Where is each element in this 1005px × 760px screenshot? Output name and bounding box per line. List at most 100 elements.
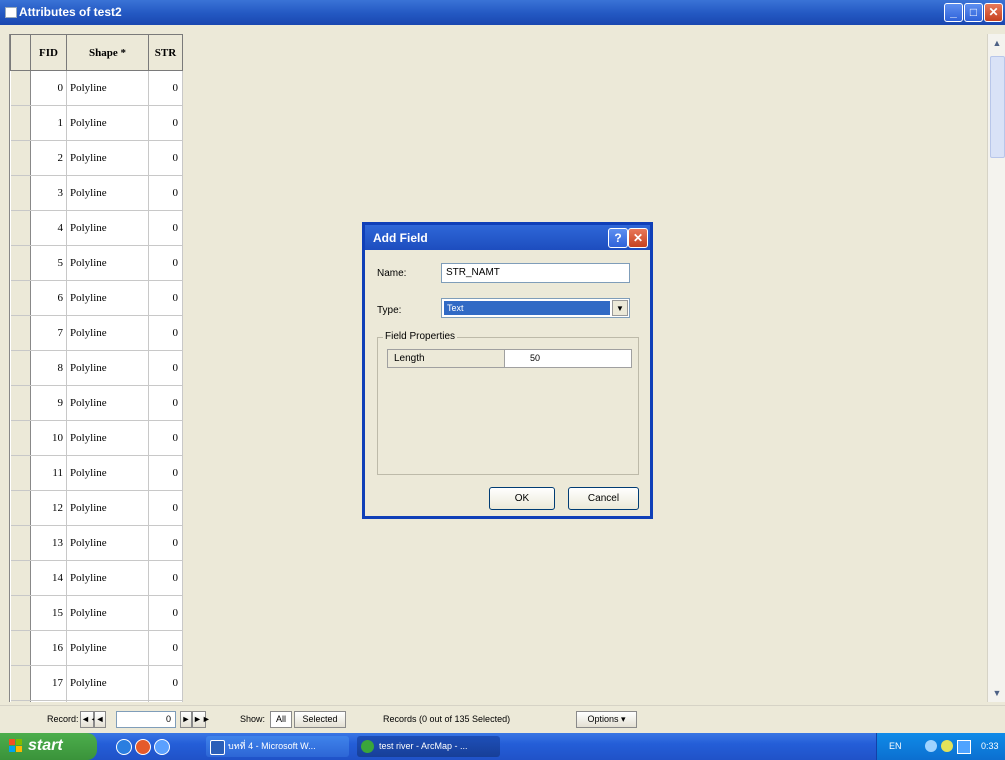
property-row-length[interactable]: Length 50 bbox=[387, 349, 632, 368]
cell-shape[interactable]: Polyline bbox=[66, 665, 149, 701]
network-icon[interactable] bbox=[925, 740, 937, 752]
row-selector[interactable] bbox=[10, 175, 31, 211]
table-row[interactable]: 11 Polyline 0 bbox=[10, 455, 183, 491]
dialog-titlebar[interactable]: Add Field ? ✕ bbox=[365, 225, 650, 250]
table-row[interactable]: 16 Polyline 0 bbox=[10, 630, 183, 666]
column-header-fid[interactable]: FID bbox=[30, 34, 67, 71]
table-row[interactable]: 3 Polyline 0 bbox=[10, 175, 183, 211]
cell-str[interactable]: 0 bbox=[148, 245, 183, 281]
column-header-str[interactable]: STR bbox=[148, 34, 183, 71]
cell-shape[interactable]: Polyline bbox=[66, 140, 149, 176]
cell-shape[interactable]: Polyline bbox=[66, 315, 149, 351]
cell-fid[interactable]: 17 bbox=[30, 665, 67, 701]
cell-shape[interactable]: Polyline bbox=[66, 455, 149, 491]
row-selector[interactable] bbox=[10, 315, 31, 351]
row-selector[interactable] bbox=[10, 280, 31, 316]
scroll-down-icon[interactable]: ▼ bbox=[990, 686, 1004, 700]
vertical-scrollbar[interactable]: ▲ ▼ bbox=[987, 34, 1005, 702]
first-record-button[interactable]: ◄◄ bbox=[80, 711, 99, 728]
cell-fid[interactable]: 2 bbox=[30, 140, 67, 176]
chevron-down-icon[interactable]: ▼ bbox=[612, 300, 628, 316]
cell-str[interactable]: 0 bbox=[148, 70, 183, 106]
cell-fid[interactable]: 15 bbox=[30, 595, 67, 631]
cell-shape[interactable]: Polyline bbox=[66, 420, 149, 456]
cell-shape[interactable]: Polyline bbox=[66, 630, 149, 666]
cell-str[interactable]: 0 bbox=[148, 105, 183, 141]
table-row[interactable]: 2 Polyline 0 bbox=[10, 140, 183, 176]
next-record-button[interactable]: ► bbox=[180, 711, 192, 728]
scroll-up-icon[interactable]: ▲ bbox=[990, 36, 1004, 50]
cell-fid[interactable]: 16 bbox=[30, 630, 67, 666]
cell-fid[interactable]: 0 bbox=[30, 70, 67, 106]
row-selector[interactable] bbox=[10, 455, 31, 491]
table-row[interactable]: 9 Polyline 0 bbox=[10, 385, 183, 421]
cell-fid[interactable]: 5 bbox=[30, 245, 67, 281]
row-selector-header[interactable] bbox=[10, 34, 31, 71]
row-selector[interactable] bbox=[10, 420, 31, 456]
row-selector[interactable] bbox=[10, 210, 31, 246]
taskbar-item-word[interactable]: บทที่ 4 - Microsoft W... bbox=[206, 736, 349, 757]
cell-str[interactable]: 0 bbox=[148, 630, 183, 666]
cell-shape[interactable]: Polyline bbox=[66, 490, 149, 526]
table-row[interactable]: 4 Polyline 0 bbox=[10, 210, 183, 246]
row-selector[interactable] bbox=[10, 665, 31, 701]
cell-fid[interactable]: 3 bbox=[30, 175, 67, 211]
cell-shape[interactable]: Polyline bbox=[66, 105, 149, 141]
cell-fid[interactable]: 9 bbox=[30, 385, 67, 421]
row-selector[interactable] bbox=[10, 630, 31, 666]
cell-str[interactable]: 0 bbox=[148, 175, 183, 211]
cell-fid[interactable]: 1 bbox=[30, 105, 67, 141]
cell-str[interactable]: 0 bbox=[148, 490, 183, 526]
table-row[interactable]: 10 Polyline 0 bbox=[10, 420, 183, 456]
cell-shape[interactable]: Polyline bbox=[66, 560, 149, 596]
table-row[interactable]: 13 Polyline 0 bbox=[10, 525, 183, 561]
cell-str[interactable]: 0 bbox=[148, 350, 183, 386]
table-row[interactable]: 0 Polyline 0 bbox=[10, 70, 183, 106]
row-selector[interactable] bbox=[10, 385, 31, 421]
show-selected-button[interactable]: Selected bbox=[294, 711, 346, 728]
start-button[interactable]: start bbox=[0, 733, 97, 760]
type-select[interactable]: Text ▼ bbox=[441, 298, 630, 318]
cell-str[interactable]: 0 bbox=[148, 560, 183, 596]
cell-fid[interactable]: 6 bbox=[30, 280, 67, 316]
cell-fid[interactable]: 8 bbox=[30, 350, 67, 386]
cell-shape[interactable]: Polyline bbox=[66, 70, 149, 106]
table-row[interactable]: 15 Polyline 0 bbox=[10, 595, 183, 631]
language-indicator[interactable]: EN bbox=[889, 741, 902, 751]
previous-record-button[interactable]: ◄ bbox=[94, 711, 106, 728]
cell-str[interactable]: 0 bbox=[148, 385, 183, 421]
cell-str[interactable]: 0 bbox=[148, 525, 183, 561]
security-icon[interactable] bbox=[957, 740, 971, 754]
volume-icon[interactable] bbox=[941, 740, 953, 752]
cell-str[interactable]: 0 bbox=[148, 210, 183, 246]
quicklaunch-ie-icon[interactable] bbox=[154, 739, 170, 755]
row-selector[interactable] bbox=[10, 245, 31, 281]
table-row[interactable]: 14 Polyline 0 bbox=[10, 560, 183, 596]
close-button[interactable]: ✕ bbox=[984, 3, 1003, 22]
options-button[interactable]: Options ▾ bbox=[576, 711, 637, 728]
row-selector[interactable] bbox=[10, 560, 31, 596]
cell-fid[interactable]: 10 bbox=[30, 420, 67, 456]
table-row[interactable]: 5 Polyline 0 bbox=[10, 245, 183, 281]
row-selector[interactable] bbox=[10, 105, 31, 141]
window-titlebar[interactable]: Attributes of test2 _ □ ✕ bbox=[0, 0, 1005, 25]
table-row[interactable]: 7 Polyline 0 bbox=[10, 315, 183, 351]
cell-str[interactable]: 0 bbox=[148, 665, 183, 701]
row-selector[interactable] bbox=[10, 700, 31, 702]
cell-shape[interactable]: Polyline bbox=[66, 245, 149, 281]
row-selector[interactable] bbox=[10, 525, 31, 561]
cell-shape[interactable]: Polyline bbox=[66, 350, 149, 386]
cell-shape[interactable]: Polyline bbox=[66, 280, 149, 316]
cell-str[interactable]: 0 bbox=[148, 700, 183, 702]
cell-shape[interactable]: Polyline bbox=[66, 525, 149, 561]
table-row[interactable]: 17 Polyline 0 bbox=[10, 665, 183, 701]
cancel-button[interactable]: Cancel bbox=[568, 487, 639, 510]
dialog-close-button[interactable]: ✕ bbox=[628, 228, 648, 248]
taskbar-item-arcmap[interactable]: test river - ArcMap - ... bbox=[357, 736, 500, 757]
table-row[interactable]: 8 Polyline 0 bbox=[10, 350, 183, 386]
quicklaunch-desktop-icon[interactable] bbox=[116, 739, 132, 755]
cell-fid[interactable]: 7 bbox=[30, 315, 67, 351]
table-row[interactable]: 12 Polyline 0 bbox=[10, 490, 183, 526]
cell-shape[interactable]: Polyline bbox=[66, 700, 149, 702]
table-row[interactable]: 6 Polyline 0 bbox=[10, 280, 183, 316]
